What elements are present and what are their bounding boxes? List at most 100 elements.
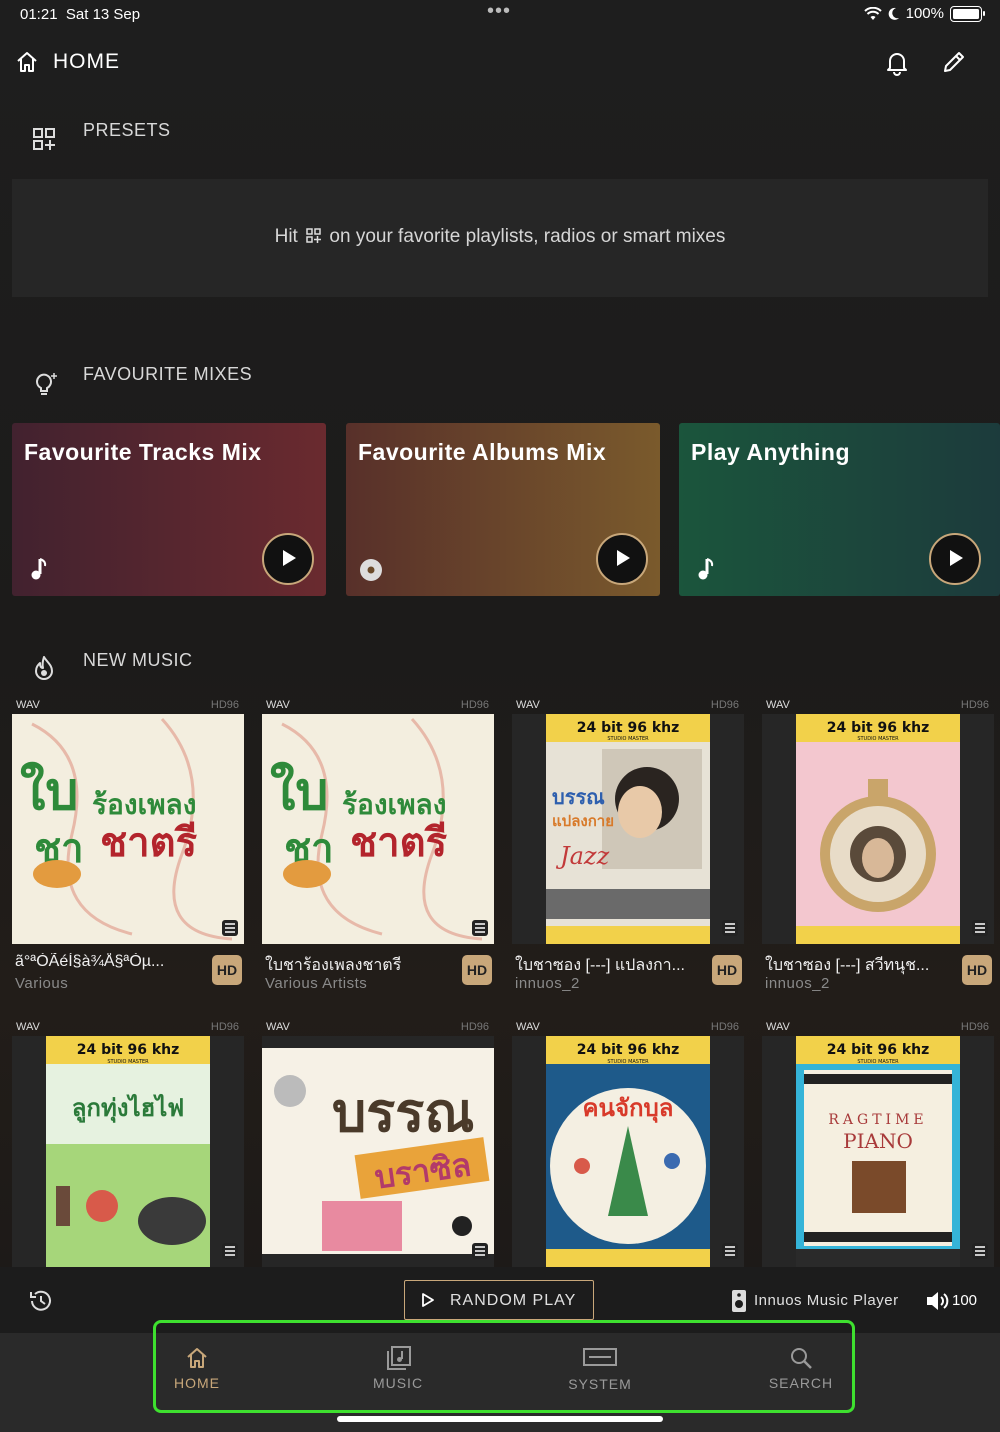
svg-text:STUDIO MASTER: STUDIO MASTER (857, 1059, 899, 1065)
svg-text:STUDIO MASTER: STUDIO MASTER (607, 1059, 649, 1065)
svg-text:24 bit 96 khz: 24 bit 96 khz (577, 720, 680, 736)
svg-text:24 bit 96 khz: 24 bit 96 khz (827, 720, 930, 736)
favourite-mixes-label: FAVOURITE MIXES (83, 363, 253, 384)
album-artist[interactable]: innuos_2 (765, 975, 830, 992)
tab-home[interactable]: HOME (97, 1345, 297, 1405)
album-cover[interactable]: 24 bit 96 khz STUDIO MASTER บรรณ แปลงกาย… (512, 714, 744, 944)
quality-label: HD96 (960, 1021, 989, 1033)
add-to-queue-icon[interactable] (722, 920, 738, 936)
player-name[interactable]: Innuos Music Player (754, 1292, 899, 1309)
quality-label: HD96 (710, 1021, 739, 1033)
edit-pencil-icon[interactable] (942, 50, 966, 74)
add-to-queue-icon[interactable] (972, 1243, 988, 1259)
svg-text:ชาตรี: ชาตรี (100, 819, 198, 866)
add-to-queue-icon[interactable] (472, 920, 488, 936)
tab-label: MUSIC (372, 1375, 424, 1391)
mix-title: Favourite Albums Mix (358, 439, 607, 465)
album-cover[interactable]: ใบ ชา ร้องเพลง ชาตรี (262, 714, 494, 944)
presets-panel: Hit on your favorite playlists, radios o… (12, 179, 988, 297)
preset-add-icon (306, 228, 322, 243)
add-to-queue-icon[interactable] (222, 920, 238, 936)
page-title: HOME (53, 50, 120, 73)
format-label: WAV (16, 1021, 40, 1033)
music-note-icon (698, 558, 714, 580)
quality-label: HD96 (460, 699, 489, 711)
tab-label: SYSTEM (568, 1376, 632, 1392)
history-icon[interactable] (28, 1288, 54, 1314)
cover-art: บรรณ บราซิล (262, 1036, 494, 1267)
quality-label: HD96 (210, 699, 239, 711)
play-icon (422, 1293, 434, 1307)
album-cover[interactable]: 24 bit 96 khz STUDIO MASTER RAGTIME PIAN… (762, 1036, 994, 1267)
bell-icon[interactable] (886, 50, 908, 76)
play-button[interactable] (596, 533, 648, 585)
home-indicator[interactable] (337, 1416, 663, 1422)
album-cover[interactable]: ใบ ชา ร้องเพลง ชาตรี (12, 714, 244, 944)
svg-text:24 bit 96 khz: 24 bit 96 khz (577, 1042, 680, 1058)
svg-text:คนจักบุล: คนจักบุล (583, 1094, 674, 1124)
svg-text:24 bit 96 khz: 24 bit 96 khz (77, 1042, 180, 1058)
play-button[interactable] (929, 533, 981, 585)
format-label: WAV (766, 1021, 790, 1033)
quality-label: HD96 (710, 699, 739, 711)
album-cover[interactable]: 24 bit 96 khz STUDIO MASTER (762, 714, 994, 944)
hd-badge: HD (462, 955, 492, 985)
album-cover[interactable]: บรรณ บราซิล (262, 1036, 494, 1267)
album-artist[interactable]: Various (15, 975, 68, 992)
disc-icon (360, 559, 382, 581)
format-label: WAV (266, 699, 290, 711)
album-cover[interactable]: 24 bit 96 khz STUDIO MASTER ลูกทุ่งไฮไฟ (12, 1036, 244, 1267)
add-to-queue-icon[interactable] (722, 1243, 738, 1259)
tab-search[interactable]: SEARCH (701, 1345, 901, 1405)
tab-label: HOME (174, 1375, 220, 1391)
random-play-button[interactable]: RANDOM PLAY (404, 1280, 594, 1320)
mix-card-play-anything[interactable]: Play Anything (679, 423, 1000, 596)
quality-label: HD96 (460, 1021, 489, 1033)
album-artist[interactable]: innuos_2 (515, 975, 580, 992)
svg-text:ใบ: ใบ (20, 761, 78, 822)
mix-title: Favourite Tracks Mix (24, 439, 262, 465)
volume-icon[interactable] (925, 1289, 949, 1313)
music-library-icon (387, 1346, 411, 1370)
status-time: 01:21 Sat 13 Sep (20, 6, 141, 23)
volume-value[interactable]: 100 (952, 1292, 977, 1309)
moon-icon (888, 7, 899, 20)
mix-card-favourite-albums[interactable]: Favourite Albums Mix (346, 423, 660, 596)
tab-system[interactable]: SYSTEM (500, 1345, 700, 1405)
top-bar: HOME (0, 30, 1000, 94)
cover-art: 24 bit 96 khz STUDIO MASTER (762, 714, 994, 944)
add-to-queue-icon[interactable] (222, 1243, 238, 1259)
svg-text:บรรณ: บรรณ (332, 1080, 474, 1144)
add-to-queue-icon[interactable] (972, 920, 988, 936)
hd-badge: HD (962, 955, 992, 985)
album-title[interactable]: ã°ªÒÃéÍ§à¾Å§ªÒµ... (15, 953, 205, 971)
mix-card-favourite-tracks[interactable]: Favourite Tracks Mix (12, 423, 326, 596)
new-music-label: NEW MUSIC (83, 649, 193, 670)
svg-text:STUDIO MASTER: STUDIO MASTER (857, 736, 899, 742)
album-artist[interactable]: Various Artists (265, 975, 367, 992)
svg-text:ใบ: ใบ (270, 761, 328, 822)
svg-text:ร้องเพลง: ร้องเพลง (92, 788, 196, 821)
music-note-icon (31, 558, 47, 580)
format-label: WAV (16, 699, 40, 711)
svg-text:Jazz: Jazz (555, 842, 610, 870)
cover-art: 24 bit 96 khz STUDIO MASTER ลูกทุ่งไฮไฟ (12, 1036, 244, 1267)
cover-art: 24 bit 96 khz STUDIO MASTER คนจักบุล (512, 1036, 744, 1267)
presets-grid-icon (33, 128, 55, 150)
svg-text:ร้องเพลง: ร้องเพลง (342, 788, 446, 821)
svg-text:ชาตรี: ชาตรี (350, 819, 448, 866)
format-label: WAV (266, 1021, 290, 1033)
tab-music[interactable]: MUSIC (298, 1345, 498, 1405)
add-to-queue-icon[interactable] (472, 1243, 488, 1259)
home-icon[interactable] (16, 51, 38, 73)
speaker-device-icon[interactable] (731, 1289, 747, 1313)
multitask-dots[interactable]: ••• (487, 0, 511, 23)
svg-text:RAGTIME: RAGTIME (828, 1112, 927, 1128)
presets-label: PRESETS (83, 119, 171, 140)
play-button[interactable] (262, 533, 314, 585)
cover-art: ใบ ชา ร้องเพลง ชาตรี (262, 714, 494, 944)
flame-icon (35, 656, 53, 680)
svg-text:24 bit 96 khz: 24 bit 96 khz (827, 1042, 930, 1058)
quality-label: HD96 (210, 1021, 239, 1033)
album-cover[interactable]: 24 bit 96 khz STUDIO MASTER คนจักบุล (512, 1036, 744, 1267)
